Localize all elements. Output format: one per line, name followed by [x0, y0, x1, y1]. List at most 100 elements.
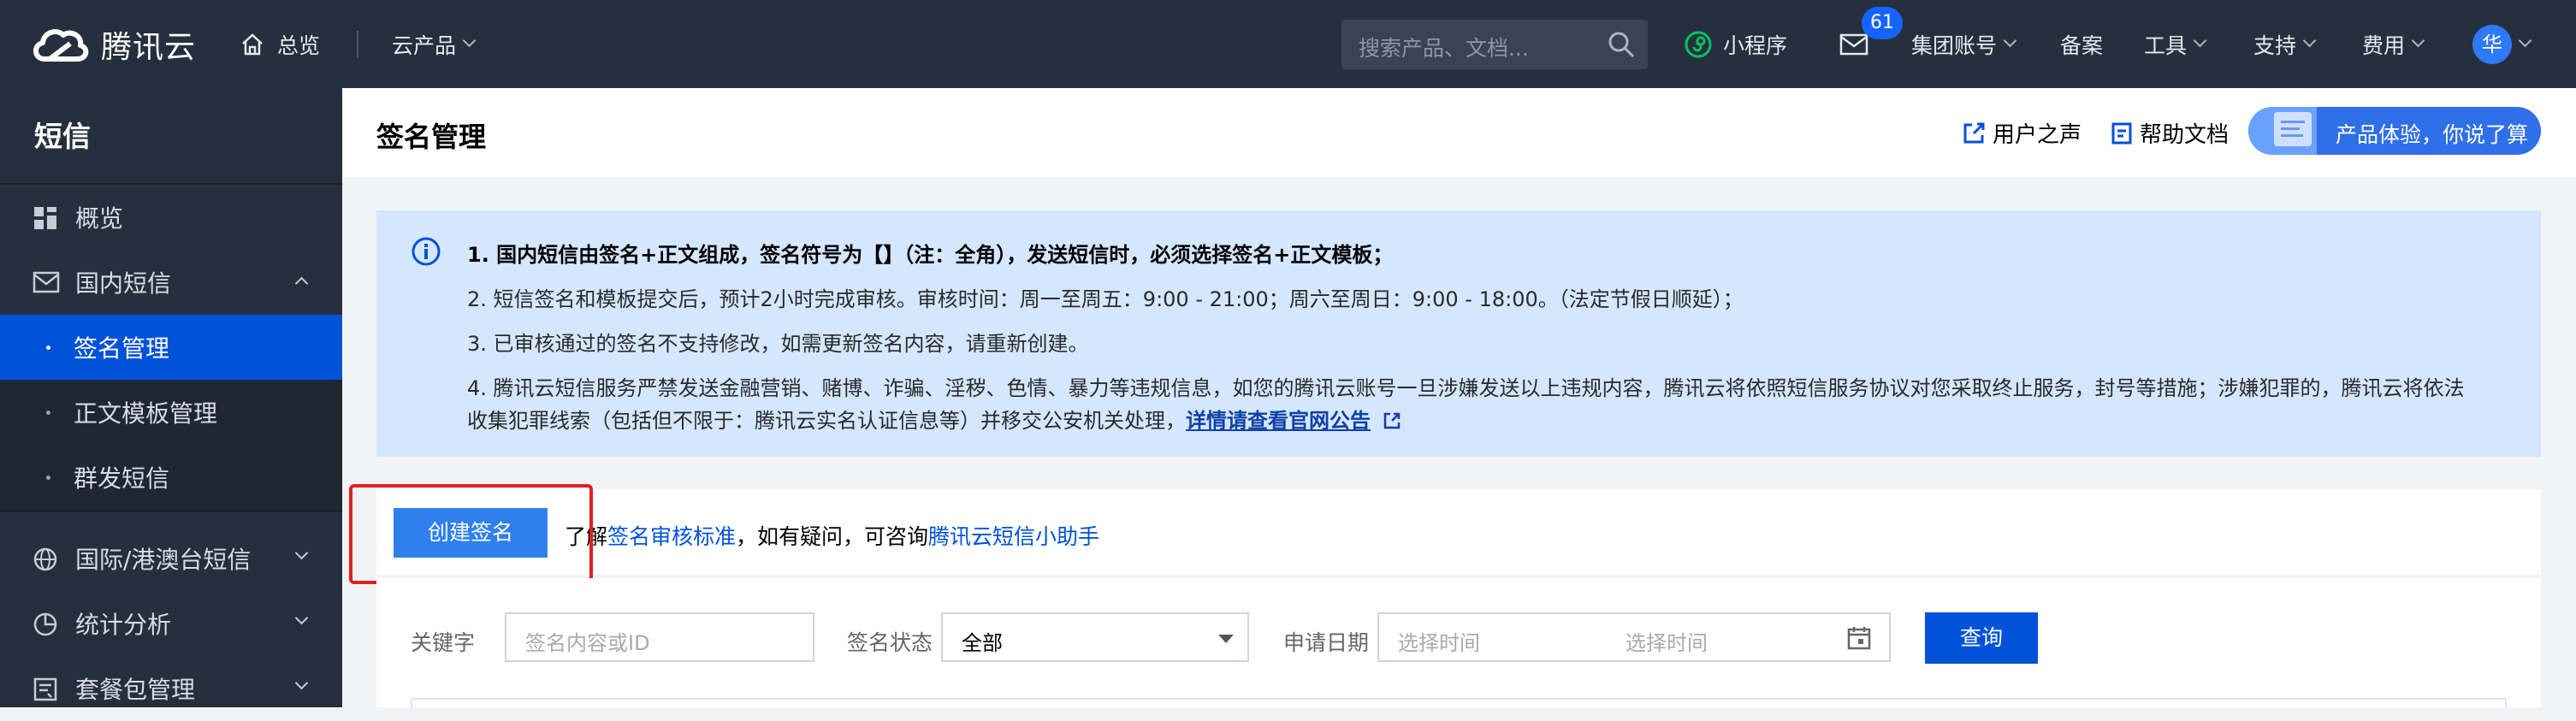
- sidebar-item-label: 概览: [75, 204, 124, 233]
- results-table: [411, 698, 2507, 707]
- nav-miniapp[interactable]: 小程序: [1684, 0, 1787, 88]
- globe-icon: [33, 547, 57, 571]
- sidebar-item-label: 签名管理: [74, 334, 170, 363]
- sidebar-item-packages[interactable]: 套餐包管理: [0, 656, 342, 721]
- nav-group-account[interactable]: 集团账号: [1911, 0, 2017, 88]
- sidebar-item-domestic-sms[interactable]: 国内短信: [0, 250, 342, 315]
- highlight-annotation-box: [349, 484, 593, 584]
- brand-name: 腾讯云: [101, 29, 197, 65]
- notice-line-2: 2. 短信签名和模板提交后，预计2小时完成审核。审核时间：周一至周五：9:00 …: [467, 287, 1744, 311]
- status-select-value: 全部: [962, 631, 1003, 655]
- review-standards-link[interactable]: 签名审核标准: [607, 524, 736, 549]
- page-title: 签名管理: [376, 121, 487, 153]
- user-menu[interactable]: 华: [2472, 0, 2532, 88]
- action-bar: 创建签名 了解签名审核标准，如有疑问，可咨询腾讯云短信小助手: [376, 489, 2541, 575]
- sidebar-item-label: 群发短信: [74, 464, 170, 493]
- feedback-promo-button[interactable]: 产品体验，你说了算: [2248, 107, 2541, 155]
- cloud-logo-icon: [33, 28, 89, 62]
- home-icon: [242, 33, 263, 55]
- date-range-picker[interactable]: 选择时间 选择时间: [1377, 612, 1891, 662]
- date-start-placeholder: 选择时间: [1398, 631, 1480, 655]
- caret-down-icon: [1218, 635, 1234, 643]
- search-input[interactable]: 搜索产品、文档...: [1359, 32, 1529, 62]
- chevron-down-icon: [2518, 33, 2532, 48]
- nav-beian[interactable]: 备案: [2060, 0, 2103, 88]
- help-text: 了解签名审核标准，如有疑问，可咨询腾讯云短信小助手: [565, 520, 1099, 551]
- nav-tools-label: 工具: [2144, 33, 2188, 58]
- date-label: 申请日期: [1283, 630, 1370, 655]
- status-select[interactable]: 全部: [941, 612, 1249, 662]
- sidebar-item-label: 套餐包管理: [75, 676, 196, 704]
- query-button[interactable]: 查询: [1925, 612, 2038, 664]
- sidebar-item-template-management[interactable]: 正文模板管理: [0, 380, 342, 445]
- search-icon[interactable]: [1607, 30, 1636, 59]
- nav-divider: [357, 31, 358, 58]
- chevron-down-icon: [2003, 33, 2017, 48]
- sidebar-item-overview[interactable]: 概览: [0, 185, 342, 250]
- chevron-down-icon: [294, 546, 309, 560]
- dashboard-icon: [34, 207, 56, 229]
- notice-line-3: 3. 已审核通过的签名不支持修改，如需更新签名内容，请重新创建。: [467, 332, 1089, 356]
- notice-line-4: 4. 腾讯云短信服务严禁发送金融营销、赌博、诈骗、淫秽、色情、暴力等违规信息，如…: [467, 376, 2465, 400]
- chevron-down-icon: [2193, 33, 2207, 48]
- promo-label: 产品体验，你说了算: [2336, 122, 2529, 147]
- nav-group-account-label: 集团账号: [1911, 33, 1998, 58]
- external-link-icon[interactable]: [1383, 411, 1401, 430]
- filter-bar: 关键字 签名内容或ID 签名状态 全部 申请日期 选择时间 选择时间 查询: [376, 578, 2541, 707]
- status-label: 签名状态: [847, 630, 933, 655]
- help-text-mid: ，如有疑问，可咨询: [736, 524, 929, 549]
- nav-beian-label: 备案: [2060, 33, 2104, 58]
- date-end-placeholder: 选择时间: [1626, 631, 1708, 655]
- mail-icon: [1839, 33, 1868, 55]
- sidebar-item-label: 统计分析: [75, 611, 172, 639]
- sidebar-item-international-sms[interactable]: 国际/港澳台短信: [0, 526, 342, 591]
- announcement-link[interactable]: 详情请查看官网公告: [1186, 409, 1371, 433]
- top-navbar: 腾讯云 总览 云产品 搜索产品、文档... 小程序 61 集团账号 备案 工具 …: [0, 0, 2576, 88]
- nav-support[interactable]: 支持: [2253, 0, 2317, 88]
- calendar-icon[interactable]: [1846, 625, 1872, 651]
- feedback-doc-icon: [2274, 112, 2312, 146]
- nav-overview[interactable]: 总览: [240, 0, 320, 88]
- sidebar-item-label: 国内短信: [75, 269, 172, 298]
- search-box[interactable]: 搜索产品、文档...: [1341, 20, 1648, 69]
- sidebar-item-statistics[interactable]: 统计分析: [0, 591, 342, 656]
- chevron-down-icon: [294, 676, 309, 690]
- notice-banner: 1. 国内短信由签名+正文组成，签名符号为【】（注：全角），发送短信时，必须选择…: [376, 210, 2541, 457]
- nav-fees[interactable]: 费用: [2362, 0, 2425, 88]
- user-voice-label: 用户之声: [1993, 122, 2082, 148]
- tencent-cloud-logo[interactable]: 腾讯云: [31, 0, 196, 88]
- sidebar-item-signature-management[interactable]: 签名管理: [0, 315, 342, 380]
- sidebar-item-label: 国际/港澳台短信: [75, 546, 252, 574]
- avatar[interactable]: 华: [2472, 24, 2512, 64]
- keyword-placeholder: 签名内容或ID: [525, 631, 650, 655]
- notice-line-5-text: 收集犯罪线索（包括但不限于：腾讯云实名认证信息等）并移交公安机关处理，: [467, 409, 1186, 433]
- sidebar: 短信 概览 国内短信 签名管理 正文模板管理 群发短信 国际/港澳台短信 统计分…: [0, 88, 342, 707]
- user-voice-link[interactable]: 用户之声: [1962, 117, 2082, 149]
- help-docs-link[interactable]: 帮助文档: [2111, 117, 2229, 149]
- keyword-label: 关键字: [411, 630, 476, 655]
- nav-fees-label: 费用: [2362, 33, 2406, 58]
- keyword-input[interactable]: 签名内容或ID: [505, 612, 814, 662]
- chevron-down-icon: [2302, 33, 2317, 48]
- nav-products-menu[interactable]: 云产品: [392, 0, 477, 88]
- pie-chart-icon: [33, 612, 57, 636]
- sidebar-divider: [0, 510, 342, 512]
- message-count-badge: 61: [1862, 7, 1903, 39]
- nav-products-label: 云产品: [392, 33, 457, 58]
- help-docs-label: 帮助文档: [2140, 122, 2230, 148]
- sidebar-title: 短信: [34, 120, 91, 153]
- nav-miniapp-label: 小程序: [1723, 33, 1788, 58]
- bullet-dot: [46, 476, 50, 480]
- external-edit-icon: [1963, 122, 1985, 143]
- notice-line-1: 1. 国内短信由签名+正文组成，签名符号为【】（注：全角），发送短信时，必须选择…: [467, 243, 1394, 267]
- chevron-up-icon: [294, 276, 309, 291]
- chevron-down-icon: [2411, 33, 2425, 48]
- nav-tools[interactable]: 工具: [2144, 0, 2207, 88]
- sidebar-item-bulk-sms[interactable]: 群发短信: [0, 445, 342, 510]
- mail-icon: [33, 271, 60, 293]
- notice-line-5: 收集犯罪线索（包括但不限于：腾讯云实名认证信息等）并移交公安机关处理，详情请查看…: [467, 404, 1401, 434]
- page-header: 签名管理 用户之声 帮助文档 产品体验，你说了算: [342, 88, 2576, 177]
- bullet-dot: [46, 411, 50, 415]
- sms-assistant-link[interactable]: 腾讯云短信小助手: [928, 524, 1099, 549]
- info-icon: [412, 237, 441, 266]
